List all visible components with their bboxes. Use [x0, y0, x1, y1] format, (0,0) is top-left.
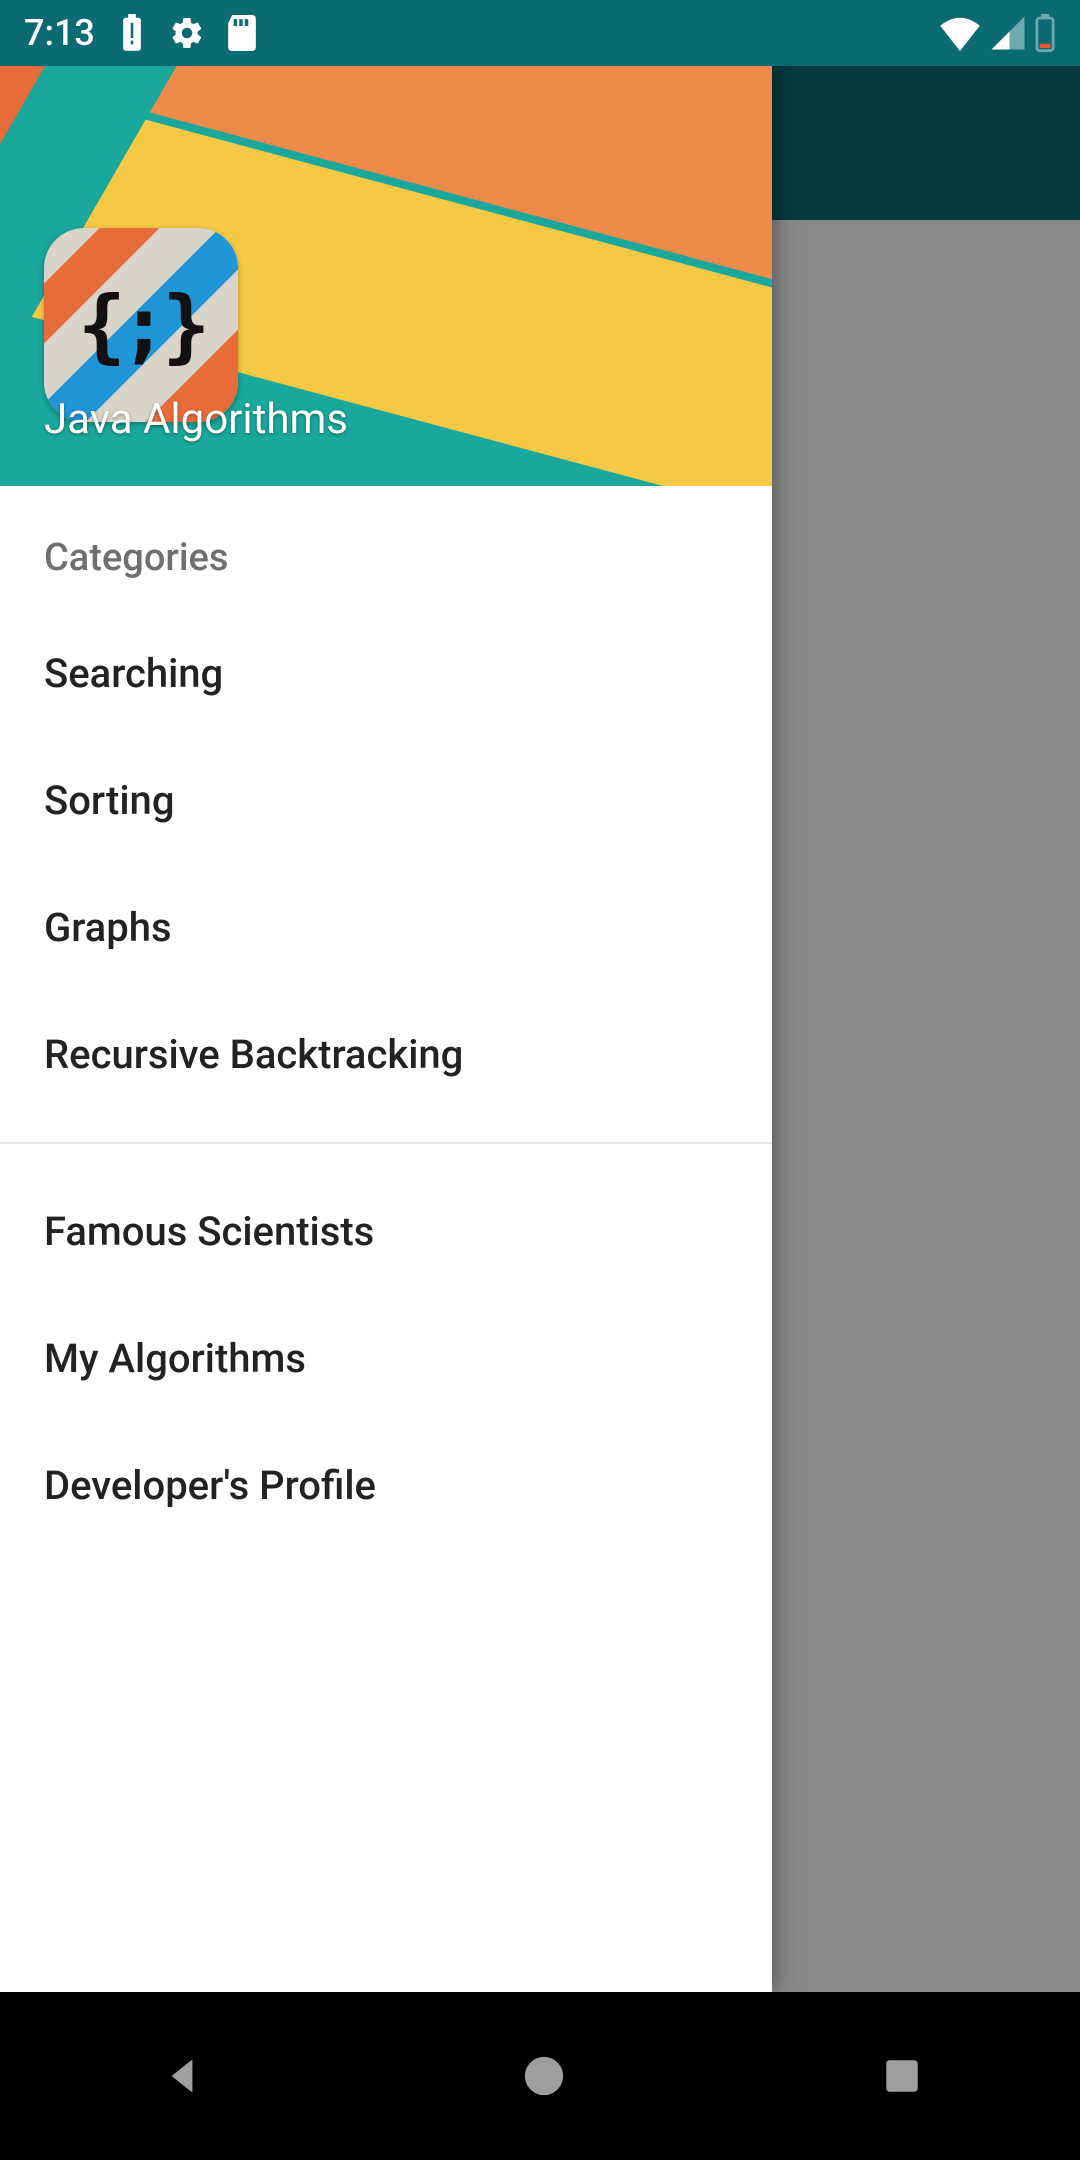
battery-low-icon: [1034, 14, 1056, 52]
system-nav-bar: [0, 1992, 1080, 2160]
drawer-item-graphs[interactable]: Graphs: [0, 864, 772, 991]
drawer-item-recursive-backtracking[interactable]: Recursive Backtracking: [0, 991, 772, 1118]
drawer-item-famous-scientists[interactable]: Famous Scientists: [0, 1168, 772, 1295]
drawer-item-my-algorithms[interactable]: My Algorithms: [0, 1295, 772, 1422]
drawer-item-developers-profile[interactable]: Developer's Profile: [0, 1422, 772, 1549]
drawer-item-sorting[interactable]: Sorting: [0, 737, 772, 864]
drawer-scroll[interactable]: Categories Searching Sorting Graphs Recu…: [0, 486, 772, 1992]
status-bar: 7:13: [0, 0, 1080, 66]
drawer-divider: [0, 1142, 772, 1144]
wifi-icon: [938, 15, 982, 51]
drawer-title: Java Algorithms: [44, 395, 348, 444]
sd-card-icon: [227, 15, 257, 51]
drawer-item-searching[interactable]: Searching: [0, 610, 772, 737]
drawer-section-header: Categories: [0, 486, 772, 610]
drawer-header: {;} Java Algorithms: [0, 66, 772, 486]
nav-home-button[interactable]: [521, 2053, 567, 2099]
status-left: 7:13: [24, 12, 257, 54]
status-right: [938, 14, 1056, 52]
app-icon: {;}: [44, 228, 238, 422]
status-time: 7:13: [24, 12, 95, 54]
app-icon-code: {;}: [44, 228, 238, 422]
battery-alert-icon: [117, 14, 147, 52]
navigation-drawer: {;} Java Algorithms Categories Searching…: [0, 66, 772, 1992]
settings-gear-icon: [169, 15, 205, 51]
nav-back-button[interactable]: [157, 2051, 207, 2101]
nav-recent-button[interactable]: [881, 2055, 923, 2097]
cellular-signal-icon: [990, 15, 1026, 51]
